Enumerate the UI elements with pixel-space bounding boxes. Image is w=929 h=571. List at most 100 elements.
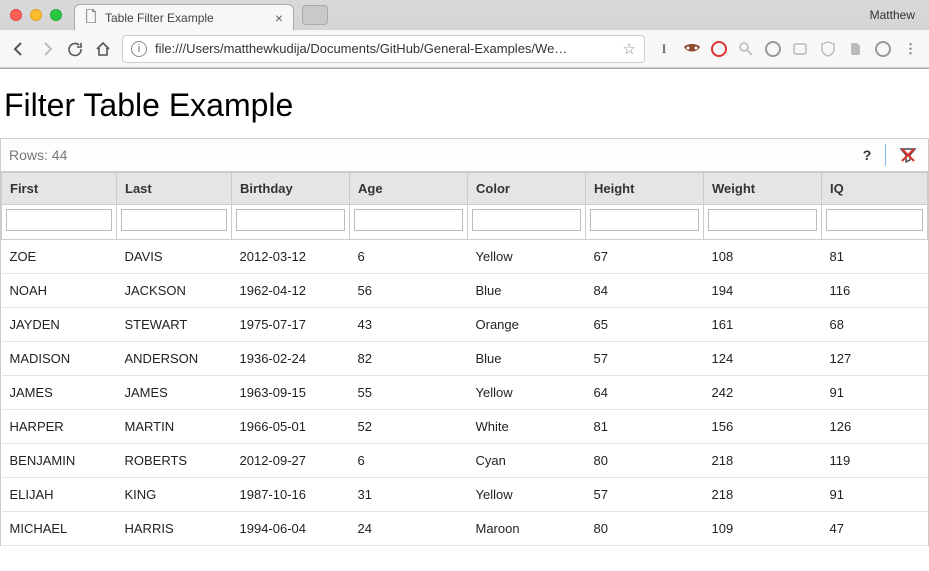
home-button[interactable] — [94, 40, 112, 58]
cell-age: 82 — [350, 342, 468, 376]
cell-weight: 161 — [704, 308, 822, 342]
rows-count-label: Rows: 44 — [9, 147, 67, 163]
filter-input-last[interactable] — [121, 209, 227, 231]
clear-filters-button[interactable] — [896, 143, 920, 167]
cell-height: 65 — [586, 308, 704, 342]
cell-age: 56 — [350, 274, 468, 308]
cell-birthday: 2012-09-27 — [232, 444, 350, 478]
cell-last: KING — [117, 478, 232, 512]
cell-weight: 242 — [704, 376, 822, 410]
table-row[interactable]: ELIJAHKING1987-10-1631Yellow5721891 — [2, 478, 928, 512]
cell-color: Blue — [468, 342, 586, 376]
site-info-icon[interactable]: i — [131, 41, 147, 57]
filter-input-first[interactable] — [6, 209, 112, 231]
col-header-height[interactable]: Height — [586, 173, 704, 205]
filter-input-birthday[interactable] — [236, 209, 345, 231]
cell-last: JAMES — [117, 376, 232, 410]
cell-color: Yellow — [468, 478, 586, 512]
cell-birthday: 1936-02-24 — [232, 342, 350, 376]
extension-evernote-icon[interactable] — [847, 40, 865, 58]
cell-weight: 124 — [704, 342, 822, 376]
col-header-weight[interactable]: Weight — [704, 173, 822, 205]
table-row[interactable]: MICHAELHARRIS1994-06-0424Maroon8010947 — [2, 512, 928, 546]
extension-magnifier-icon[interactable] — [737, 40, 755, 58]
cell-age: 6 — [350, 240, 468, 274]
file-icon — [85, 9, 97, 26]
col-header-color[interactable]: Color — [468, 173, 586, 205]
table-body: ZOEDAVIS2012-03-126Yellow6710881NOAHJACK… — [2, 240, 928, 546]
extension-grammarly-icon[interactable] — [765, 41, 781, 57]
extension-ublock-icon[interactable] — [711, 41, 727, 57]
cell-first: ELIJAH — [2, 478, 117, 512]
filter-input-weight[interactable] — [708, 209, 817, 231]
address-bar[interactable]: i file:///Users/matthewkudija/Documents/… — [122, 35, 645, 63]
page-content: Filter Table Example Rows: 44 ? — [0, 69, 929, 546]
table-row[interactable]: MADISONANDERSON1936-02-2482Blue57124127 — [2, 342, 928, 376]
cell-weight: 156 — [704, 410, 822, 444]
cell-last: MARTIN — [117, 410, 232, 444]
cell-first: MADISON — [2, 342, 117, 376]
cell-iq: 127 — [822, 342, 928, 376]
col-header-birthday[interactable]: Birthday — [232, 173, 350, 205]
cell-iq: 116 — [822, 274, 928, 308]
filter-input-age[interactable] — [354, 209, 463, 231]
cell-first: HARPER — [2, 410, 117, 444]
col-header-first[interactable]: First — [2, 173, 117, 205]
cell-birthday: 2012-03-12 — [232, 240, 350, 274]
extension-circle-icon[interactable] — [875, 41, 891, 57]
titlebar: Table Filter Example × Matthew — [0, 0, 929, 30]
table-row[interactable]: JAYDENSTEWART1975-07-1743Orange6516168 — [2, 308, 928, 342]
extension-instapaper-icon[interactable]: I — [655, 40, 673, 58]
cell-color: Orange — [468, 308, 586, 342]
zoom-window-button[interactable] — [50, 9, 62, 21]
cell-first: JAMES — [2, 376, 117, 410]
cell-weight: 218 — [704, 478, 822, 512]
table-toolbar: Rows: 44 ? — [0, 138, 929, 172]
browser-menu-button[interactable]: ⋮ — [901, 40, 919, 58]
browser-chrome: Table Filter Example × Matthew i file://… — [0, 0, 929, 69]
profile-name[interactable]: Matthew — [870, 8, 919, 22]
filter-input-color[interactable] — [472, 209, 581, 231]
cell-color: Cyan — [468, 444, 586, 478]
cell-iq: 81 — [822, 240, 928, 274]
extension-box-icon[interactable] — [791, 40, 809, 58]
back-button[interactable] — [10, 40, 28, 58]
page-title: Filter Table Example — [0, 69, 929, 138]
filter-input-iq[interactable] — [826, 209, 923, 231]
col-header-last[interactable]: Last — [117, 173, 232, 205]
close-tab-icon[interactable]: × — [275, 11, 283, 25]
filter-row — [2, 205, 928, 240]
extension-mask-icon[interactable] — [683, 40, 701, 58]
reload-button[interactable] — [66, 40, 84, 58]
table-row[interactable]: HARPERMARTIN1966-05-0152White81156126 — [2, 410, 928, 444]
data-table: First Last Birthday Age Color Height Wei… — [1, 172, 928, 546]
browser-tab-active[interactable]: Table Filter Example × — [74, 4, 294, 30]
col-header-age[interactable]: Age — [350, 173, 468, 205]
tab-strip: Table Filter Example × — [74, 0, 328, 30]
cell-age: 31 — [350, 478, 468, 512]
table-row[interactable]: JAMESJAMES1963-09-1555Yellow6424291 — [2, 376, 928, 410]
minimize-window-button[interactable] — [30, 9, 42, 21]
help-button[interactable]: ? — [855, 143, 879, 167]
browser-toolbar: i file:///Users/matthewkudija/Documents/… — [0, 30, 929, 68]
cell-last: HARRIS — [117, 512, 232, 546]
cell-birthday: 1966-05-01 — [232, 410, 350, 444]
cell-birthday: 1962-04-12 — [232, 274, 350, 308]
table-row[interactable]: BENJAMINROBERTS2012-09-276Cyan80218119 — [2, 444, 928, 478]
forward-button[interactable] — [38, 40, 56, 58]
new-tab-button[interactable] — [302, 5, 328, 25]
filter-input-height[interactable] — [590, 209, 699, 231]
extension-shield-icon[interactable] — [819, 40, 837, 58]
table-row[interactable]: NOAHJACKSON1962-04-1256Blue84194116 — [2, 274, 928, 308]
cell-height: 84 — [586, 274, 704, 308]
bookmark-star-icon[interactable]: ☆ — [623, 40, 636, 58]
cell-weight: 218 — [704, 444, 822, 478]
col-header-iq[interactable]: IQ — [822, 173, 928, 205]
close-window-button[interactable] — [10, 9, 22, 21]
cell-age: 43 — [350, 308, 468, 342]
cell-last: DAVIS — [117, 240, 232, 274]
cell-height: 64 — [586, 376, 704, 410]
cell-birthday: 1975-07-17 — [232, 308, 350, 342]
header-row: First Last Birthday Age Color Height Wei… — [2, 173, 928, 205]
table-row[interactable]: ZOEDAVIS2012-03-126Yellow6710881 — [2, 240, 928, 274]
